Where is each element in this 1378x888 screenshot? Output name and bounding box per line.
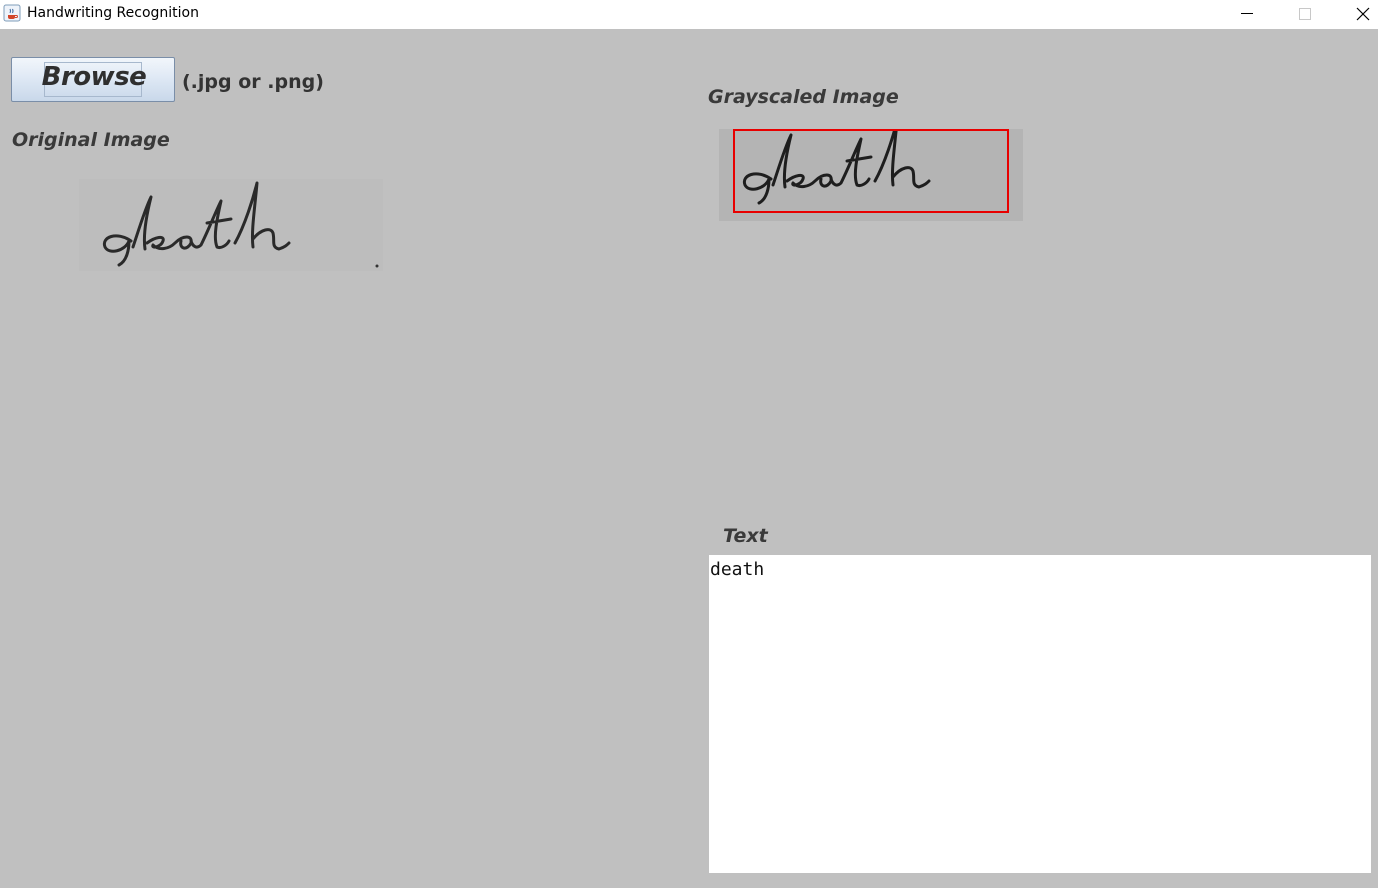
text-label: Text [723, 525, 768, 547]
file-type-hint: (.jpg or .png) [182, 71, 324, 93]
grayscale-image-label: Grayscaled Image [708, 86, 899, 108]
maximize-button[interactable] [1276, 0, 1334, 29]
close-icon [1356, 7, 1370, 21]
original-image-label: Original Image [12, 129, 170, 151]
original-image [79, 179, 383, 271]
minimize-button[interactable] [1218, 0, 1276, 29]
title-bar: Handwriting Recognition [0, 0, 1378, 29]
java-coffee-icon [3, 4, 21, 22]
minimize-icon [1241, 13, 1253, 14]
close-button[interactable] [1334, 0, 1378, 29]
recognized-text-area[interactable]: death [709, 555, 1371, 873]
maximize-icon [1299, 8, 1311, 20]
word-bounding-box [733, 129, 1009, 213]
window-title: Handwriting Recognition [27, 5, 199, 21]
handwriting-death-image [102, 181, 379, 268]
browse-button-label: Browse [41, 62, 147, 92]
browse-button[interactable]: Browse [11, 57, 175, 102]
